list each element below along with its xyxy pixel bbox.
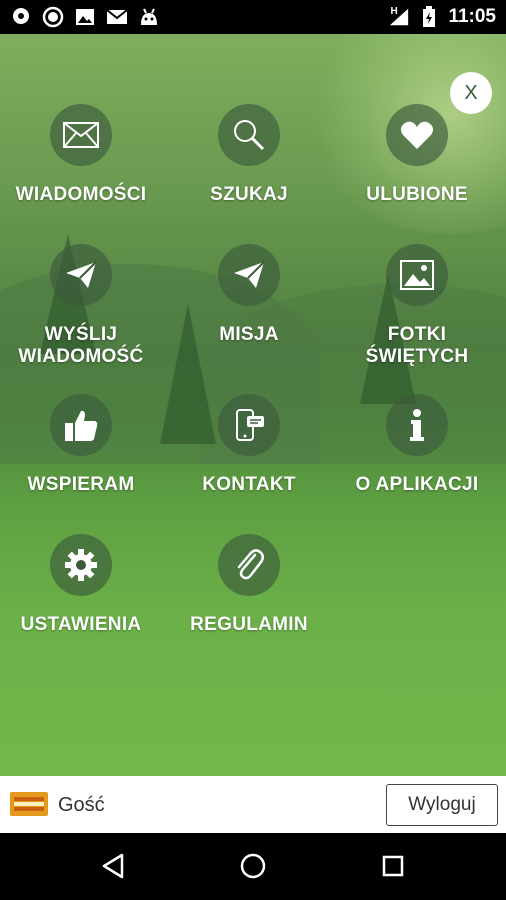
- status-icons-right: H 11:05: [388, 6, 496, 28]
- menu-item-ustawienia[interactable]: USTAWIENIA: [0, 534, 165, 636]
- network-type-label: H: [390, 6, 398, 17]
- menu-item-szukaj[interactable]: SZUKAJ: [165, 104, 333, 206]
- recents-icon[interactable]: [378, 851, 408, 881]
- android-icon: [138, 6, 160, 28]
- menu-item-label: WYŚLIJ WIADOMOŚĆ: [18, 324, 144, 367]
- menu-item-misja[interactable]: MISJA: [165, 244, 333, 346]
- menu-item-label: KONTAKT: [202, 474, 296, 495]
- notification-icon: [10, 6, 32, 28]
- app-logo: [10, 792, 48, 816]
- mail-icon: [50, 104, 112, 166]
- clock: 11:05: [448, 6, 496, 27]
- paper-plane-icon: [218, 244, 280, 306]
- paperclip-icon: [218, 534, 280, 596]
- menu-item-o-aplikacji[interactable]: O APLIKACJI: [333, 394, 501, 496]
- home-icon[interactable]: [238, 851, 268, 881]
- gear-icon: [50, 534, 112, 596]
- status-bar: H 11:05: [0, 0, 506, 34]
- messenger-icon: [42, 6, 64, 28]
- menu-item-label: REGULAMIN: [190, 614, 308, 635]
- search-icon: [218, 104, 280, 166]
- status-icons-left: [10, 6, 160, 28]
- menu-item-wiadomosci[interactable]: WIADOMOŚCI: [0, 104, 165, 206]
- menu-item-wyslij-wiadomosc[interactable]: WYŚLIJ WIADOMOŚĆ: [0, 244, 165, 368]
- menu-item-label: WSPIERAM: [27, 474, 135, 495]
- menu-item-regulamin[interactable]: REGULAMIN: [165, 534, 333, 636]
- phone-message-icon: [218, 394, 280, 456]
- thumbs-up-icon: [50, 394, 112, 456]
- menu-item-label: USTAWIENIA: [20, 614, 142, 635]
- battery-icon: [418, 6, 440, 28]
- menu-item-label: MISJA: [219, 324, 279, 345]
- navigation-bar: [0, 833, 506, 900]
- user-name: Gość: [58, 794, 105, 816]
- menu-item-label: SZUKAJ: [210, 184, 288, 205]
- menu-item-label: ULUBIONE: [366, 184, 468, 205]
- menu-screen: X WIADOMOŚCI SZUKAJ ULUBIONE WYŚLIJ WIAD…: [0, 34, 506, 776]
- heart-icon: [386, 104, 448, 166]
- back-icon[interactable]: [98, 851, 128, 881]
- mail-icon: [106, 6, 128, 28]
- user-bar: Gość Wyloguj: [0, 776, 506, 833]
- menu-item-label: FOTKI ŚWIĘTYCH: [365, 324, 469, 367]
- menu-item-fotki-swietych[interactable]: FOTKI ŚWIĘTYCH: [333, 244, 501, 368]
- logout-button[interactable]: Wyloguj: [386, 784, 498, 826]
- image-icon: [74, 6, 96, 28]
- paper-plane-icon: [50, 244, 112, 306]
- menu-item-kontakt[interactable]: KONTAKT: [165, 394, 333, 496]
- menu-item-ulubione[interactable]: ULUBIONE: [333, 104, 501, 206]
- info-icon: [386, 394, 448, 456]
- image-icon: [386, 244, 448, 306]
- menu-item-label: O APLIKACJI: [355, 474, 479, 495]
- menu-item-label: WIADOMOŚCI: [15, 184, 147, 205]
- menu-item-wspieram[interactable]: WSPIERAM: [0, 394, 165, 496]
